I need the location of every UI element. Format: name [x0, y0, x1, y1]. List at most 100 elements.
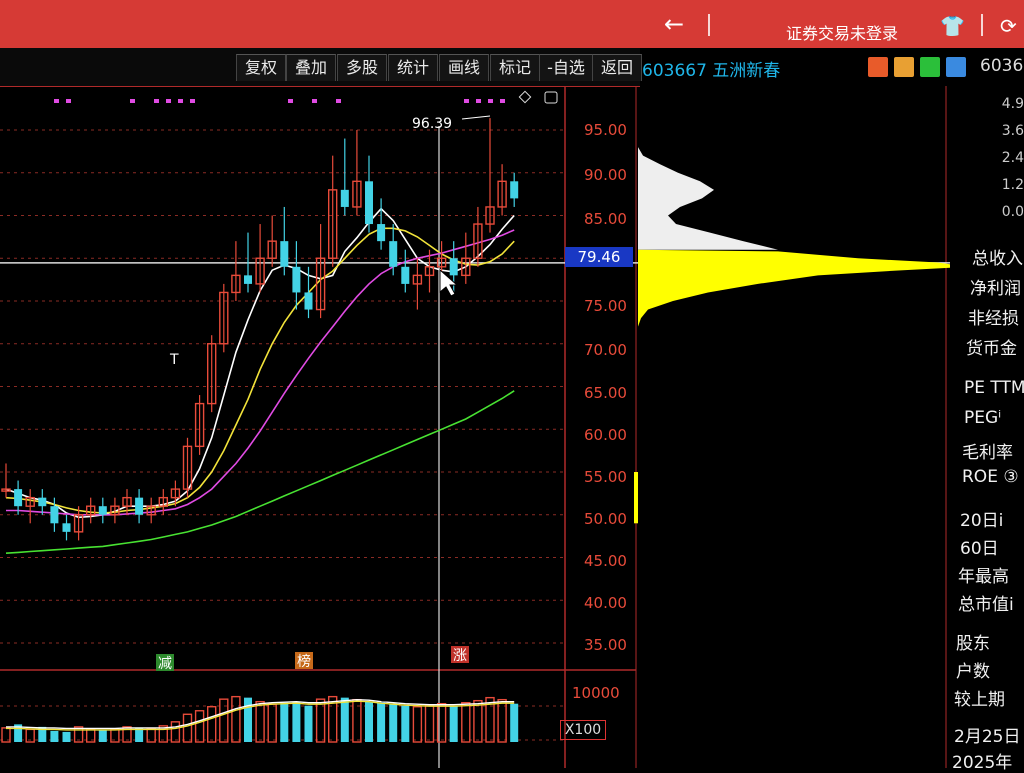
bar-value: 3.6: [1001, 123, 1024, 139]
mark-button[interactable]: 标记: [490, 54, 540, 81]
volume-bar-down: [510, 703, 519, 742]
kline-chart[interactable]: 96.39 T 减 榜 涨: [0, 86, 950, 768]
y-tick: 90.00: [584, 166, 627, 184]
net-profit-label[interactable]: 净利润: [970, 274, 1021, 299]
event-dot: [500, 99, 505, 103]
marker-t: T: [169, 352, 179, 368]
market-cap-label[interactable]: 总市值i: [958, 590, 1014, 615]
candle-body-down: [401, 266, 410, 284]
volume-bar-up: [170, 721, 181, 743]
stock-code-name: 603667 五洲新春: [642, 61, 781, 81]
event-dot: [190, 99, 195, 103]
volume-bar-up: [412, 706, 423, 743]
top-bar: ← 证券交易未登录 👕 ⟳: [0, 0, 1024, 48]
shareholder-label: 股东: [956, 634, 990, 654]
ma20-days-label[interactable]: 20日i: [960, 506, 1003, 531]
trade-login-status[interactable]: 证券交易未登录: [786, 20, 898, 44]
volume-bar-down: [340, 697, 349, 742]
year-label: 2025年: [952, 753, 1013, 773]
volume-bar-down: [292, 701, 301, 742]
candle-body-down: [510, 181, 519, 199]
event-dot: [178, 99, 183, 103]
volume-bar-down: [50, 730, 59, 742]
event-dot: [312, 99, 317, 103]
profile-low: [634, 472, 638, 524]
y-tick: 55.00: [584, 468, 627, 486]
roe-label[interactable]: ROE ③: [962, 467, 1019, 487]
remove-watchlist-button[interactable]: -自选: [539, 54, 593, 81]
skin-shirt-icon[interactable]: 👕: [940, 14, 965, 38]
y-tick: 85.00: [584, 210, 627, 228]
volume-bar-up: [424, 704, 435, 743]
volume-bar-down: [377, 702, 386, 742]
flag-icon[interactable]: [894, 57, 914, 77]
bar-value: 4.9: [1001, 96, 1024, 112]
grid-icon[interactable]: [946, 57, 966, 77]
peak-arrow: [461, 115, 491, 120]
y-tick: 40.00: [584, 594, 627, 612]
peak-price-label: 96.39: [412, 116, 452, 132]
non-recurring-label[interactable]: 非经损: [968, 304, 1019, 329]
total-revenue-label[interactable]: 总收入: [972, 244, 1023, 269]
arrow-icon[interactable]: [920, 57, 940, 77]
back-arrow-icon[interactable]: ←: [664, 10, 684, 38]
chart-tools: [868, 57, 972, 81]
bar-value: 0.0: [1001, 204, 1024, 220]
candles: [1, 118, 519, 541]
event-dot: [464, 99, 469, 103]
cash-label[interactable]: 货币金: [966, 334, 1017, 359]
multi-stock-button[interactable]: 多股: [337, 54, 387, 81]
volume-bar-down: [280, 702, 289, 742]
volume-bar-up: [267, 703, 277, 743]
statistics-button[interactable]: 统计: [388, 54, 438, 81]
y-tick: 75.00: [584, 297, 627, 315]
marker-rise: 涨: [453, 648, 467, 664]
event-dot: [130, 99, 135, 103]
volume-bar-up: [182, 713, 193, 743]
candle-body-down: [304, 292, 313, 310]
chart-toolbar: 复权 叠加 多股 统计 画线 标记 -自选 返回: [0, 48, 642, 87]
volume-bar-down: [98, 729, 107, 742]
pe-ttm-label[interactable]: PE TTM: [964, 378, 1024, 398]
bar-chart-icon[interactable]: [868, 57, 888, 77]
candle-body-down: [449, 258, 458, 276]
fuquan-button[interactable]: 复权: [236, 54, 286, 81]
profile-yellow: [638, 249, 950, 327]
volume-bar-down: [62, 731, 71, 742]
volume-bar-up: [206, 706, 217, 743]
bar-value: 1.2: [1001, 177, 1024, 193]
event-dot: [154, 99, 159, 103]
holder-count-label: 户数: [956, 662, 990, 682]
candle-body-down: [280, 241, 289, 267]
gross-margin-label[interactable]: 毛利率: [962, 438, 1013, 463]
volume-bar-down: [244, 697, 252, 742]
date-label: 2月25日: [954, 727, 1021, 747]
draw-line-button[interactable]: 画线: [439, 54, 489, 81]
y-tick: 70.00: [584, 341, 627, 359]
volume-unit[interactable]: X100: [560, 720, 606, 740]
year-high-label: 年最高: [958, 567, 1009, 587]
refresh-icon[interactable]: ⟳: [1000, 14, 1017, 38]
marker-reduce: 减: [158, 656, 172, 672]
overlay-button[interactable]: 叠加: [286, 54, 336, 81]
volume-bar-up: [473, 699, 483, 743]
candle-body-down: [38, 497, 47, 507]
bar-value: 2.4: [1001, 150, 1024, 166]
volume-bar-down: [401, 705, 410, 742]
y-tick: 45.00: [584, 552, 627, 570]
y-tick: 95.00: [584, 121, 627, 139]
chip-distribution: [634, 142, 950, 524]
return-button[interactable]: 返回: [592, 54, 642, 81]
peg-label[interactable]: PEGⁱ: [964, 408, 1001, 428]
volume-max-label: 10000: [572, 684, 620, 702]
candle-body-down: [389, 241, 398, 267]
vs-previous-label: 较上期: [954, 690, 1005, 710]
event-dot: [476, 99, 481, 103]
candle-body-down: [292, 266, 301, 293]
volume-bar-up: [255, 700, 265, 743]
event-dot: [54, 99, 59, 103]
diamond-icon: [518, 90, 532, 104]
ma60-days-label: 60日: [960, 539, 999, 559]
volume-bar-up: [231, 695, 241, 743]
profile-white: [638, 142, 778, 250]
